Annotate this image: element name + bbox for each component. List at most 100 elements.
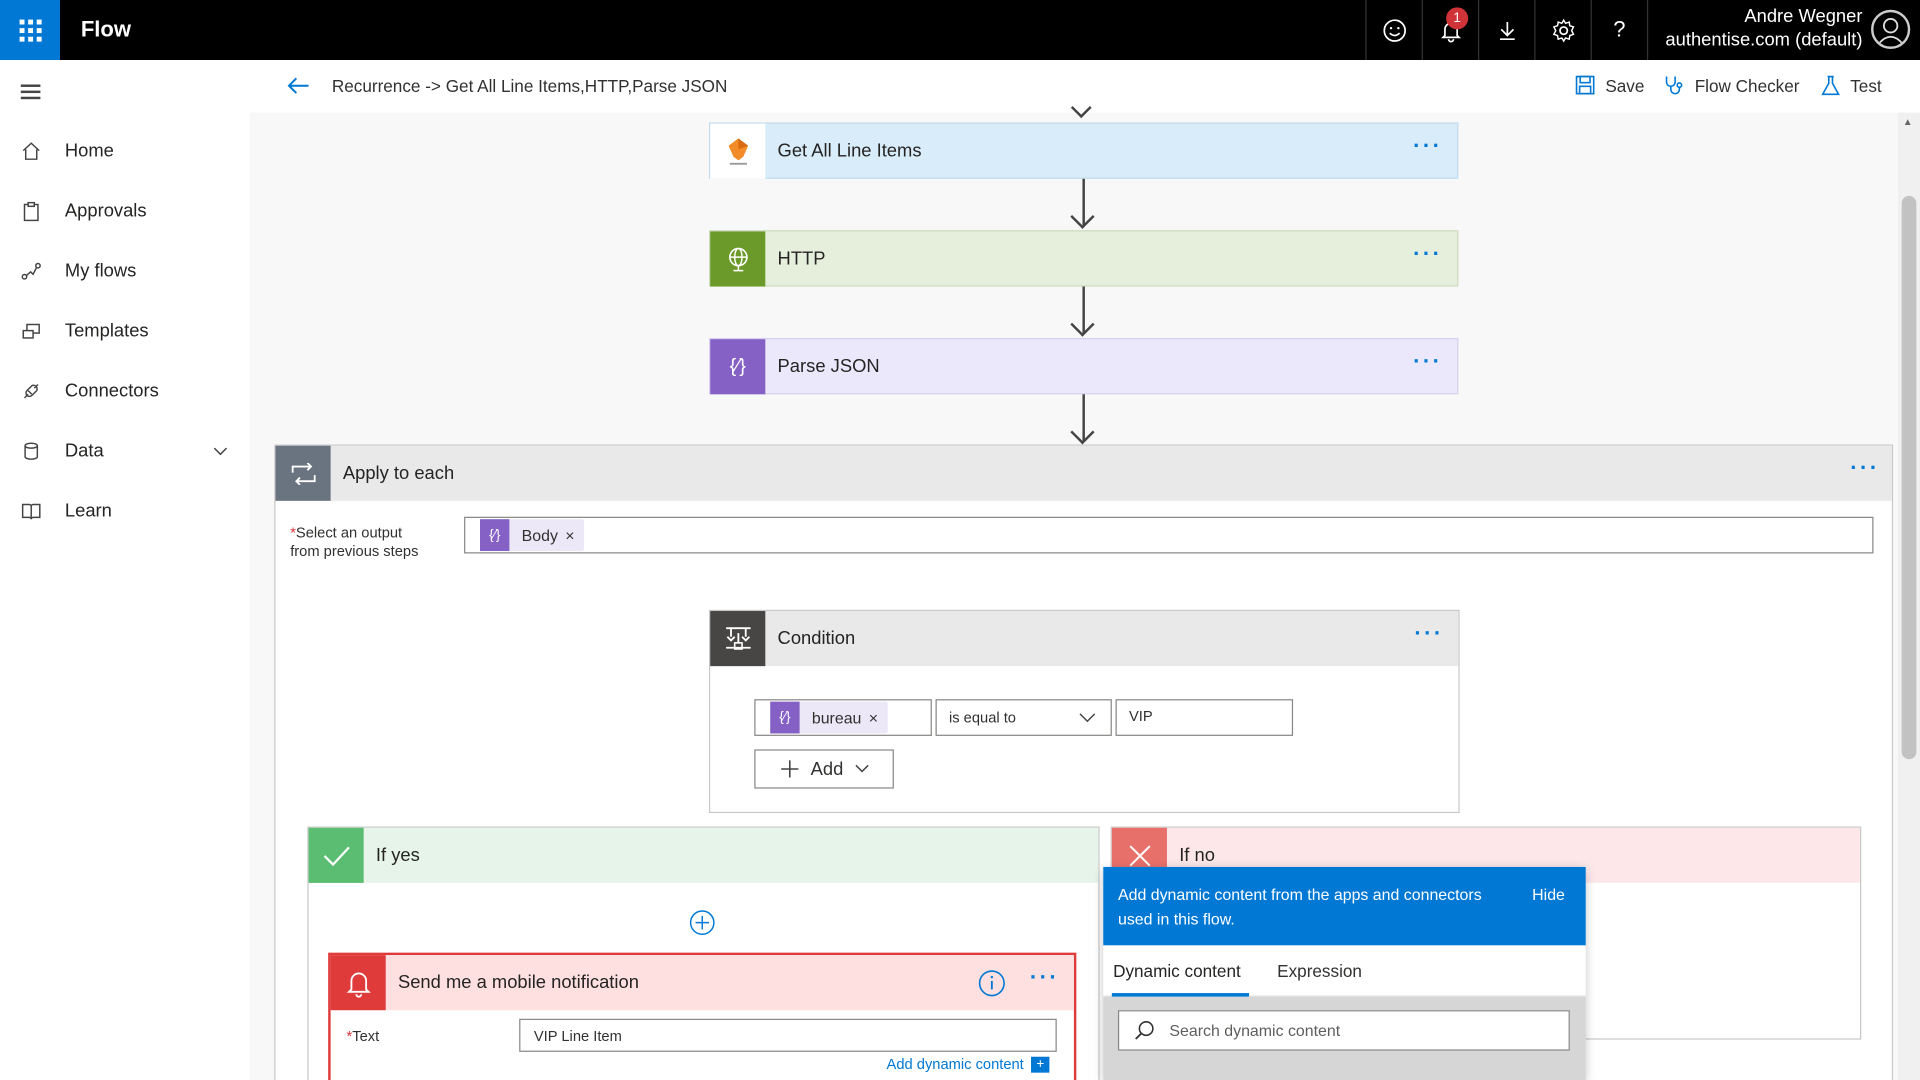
dynamic-info-text: Add dynamic content from the apps and co… <box>1117 885 1482 929</box>
more-options-icon[interactable]: ··· <box>1413 350 1442 372</box>
condition-left-input[interactable]: {⁄} bureau × <box>754 699 932 736</box>
info-icon[interactable] <box>978 970 1005 1003</box>
help-button[interactable]: ? <box>1590 0 1647 61</box>
app-name[interactable]: Flow <box>81 17 131 43</box>
insert-step-button[interactable] <box>689 910 715 942</box>
notification-header[interactable]: Send me a mobile notification ··· <box>330 955 1074 1011</box>
templates-icon <box>20 320 42 342</box>
bureau-token[interactable]: {⁄} bureau × <box>770 701 888 734</box>
flow-checker-label: Flow Checker <box>1694 75 1800 96</box>
braces-icon: {⁄} <box>480 519 510 552</box>
scrollbar-thumb[interactable] <box>1901 195 1917 760</box>
nav-item-templates[interactable]: Templates <box>0 306 250 355</box>
nav-item-approvals[interactable]: Approvals <box>0 186 250 235</box>
condition-header[interactable]: Condition ··· <box>710 611 1459 667</box>
help-icon: ? <box>1613 17 1626 42</box>
authentise-logo-icon <box>710 123 766 179</box>
flows-icon <box>20 260 42 282</box>
hamburger-menu-icon[interactable] <box>20 84 41 102</box>
checkmark-icon <box>308 827 364 883</box>
chevron-down-icon[interactable] <box>213 441 228 462</box>
loop-icon <box>275 445 331 501</box>
nav-label-learn: Learn <box>64 500 112 522</box>
step-http[interactable]: HTTP ··· <box>708 230 1459 287</box>
settings-button[interactable] <box>1534 0 1590 61</box>
account-menu[interactable]: Andre Wegner authentise.com (default) <box>1646 0 1863 61</box>
scroll-up-icon[interactable]: ▲ <box>1903 116 1913 127</box>
nav-item-home[interactable]: Home <box>0 126 250 175</box>
download-icon <box>1499 21 1515 40</box>
step-title: Get All Line Items <box>777 140 922 162</box>
select-output-input[interactable]: {⁄} Body × <box>464 516 1874 554</box>
nav-item-my-flows[interactable]: My flows <box>0 246 250 295</box>
data-icon <box>20 440 42 462</box>
test-label: Test <box>1850 75 1882 96</box>
nav-item-learn[interactable]: Learn <box>0 486 250 535</box>
branch-title: If no <box>1179 844 1215 866</box>
dynamic-search-input[interactable]: Search dynamic content <box>1117 1010 1570 1051</box>
user-name: Andre Wegner <box>1744 6 1863 27</box>
braces-icon: {⁄} <box>710 339 766 395</box>
dynamic-content-panel: Add dynamic content from the apps and co… <box>1103 866 1586 1080</box>
nav-label-data: Data <box>64 440 104 462</box>
if-yes-header[interactable]: If yes <box>308 827 1099 883</box>
nav-label-templates: Templates <box>64 320 149 342</box>
nav-label-approvals: Approvals <box>64 200 147 222</box>
learn-icon <box>20 500 42 522</box>
add-condition-button[interactable]: Add <box>754 749 894 789</box>
app-launcher-button[interactable] <box>0 0 61 61</box>
notifications-button[interactable]: 1 <box>1421 0 1478 61</box>
remove-token-icon[interactable]: × <box>565 526 584 544</box>
download-button[interactable] <box>1477 0 1534 61</box>
add-dynamic-content-link[interactable]: Add dynamic content + <box>887 1056 1050 1073</box>
more-options-icon[interactable]: ··· <box>1413 242 1442 264</box>
step-title: Apply to each <box>342 462 455 484</box>
more-options-icon[interactable]: ··· <box>1414 622 1443 644</box>
add-dynamic-label: Add dynamic content <box>886 1055 1024 1073</box>
branch-title: If yes <box>375 844 420 866</box>
more-options-icon[interactable]: ··· <box>1413 135 1442 157</box>
feedback-button[interactable] <box>1365 0 1421 61</box>
condition-value: VIP <box>1128 707 1153 725</box>
step-parse-json[interactable]: {⁄} Parse JSON ··· <box>708 337 1459 395</box>
nav-label-home: Home <box>64 140 114 162</box>
nav-item-connectors[interactable]: Connectors <box>0 366 250 415</box>
chevron-down-icon <box>1079 713 1096 723</box>
flow-checker-button[interactable]: Flow Checker <box>1663 75 1800 97</box>
plus-circle-icon <box>689 910 715 936</box>
smiley-icon <box>1382 18 1406 42</box>
condition-value-input[interactable]: VIP <box>1115 699 1294 736</box>
save-label: Save <box>1605 75 1645 95</box>
braces-icon: {⁄} <box>770 701 800 734</box>
text-input[interactable]: VIP Line Item <box>519 1018 1057 1052</box>
stethoscope-icon <box>1665 76 1683 95</box>
waffle-icon <box>18 18 42 42</box>
more-options-icon[interactable]: ··· <box>1850 457 1879 479</box>
step-title: Send me a mobile notification <box>397 972 639 994</box>
connectors-icon <box>20 380 42 402</box>
avatar[interactable] <box>1871 9 1911 49</box>
left-nav: Home Approvals My flows Templates Connec… <box>0 60 250 1080</box>
body-token[interactable]: {⁄} Body × <box>480 519 585 552</box>
save-button[interactable]: Save <box>1575 75 1645 96</box>
add-label: Add <box>810 758 844 780</box>
back-arrow-icon[interactable] <box>287 75 311 103</box>
user-silhouette-icon <box>1877 18 1904 45</box>
nav-item-data[interactable]: Data <box>0 426 250 475</box>
step-get-all-line-items[interactable]: Get All Line Items ··· <box>708 122 1459 179</box>
remove-token-icon[interactable]: × <box>869 708 888 726</box>
step-title: Parse JSON <box>777 356 880 378</box>
top-bar: Flow 1 ? Andre Wegner authentise.com (de… <box>0 0 1920 61</box>
test-button[interactable]: Test <box>1821 75 1882 97</box>
tab-dynamic-content[interactable]: Dynamic content <box>1113 961 1241 981</box>
more-options-icon[interactable]: ··· <box>1030 966 1059 988</box>
search-icon <box>1135 1021 1154 1040</box>
hide-button[interactable]: Hide <box>1532 885 1565 903</box>
tab-expression[interactable]: Expression <box>1277 961 1362 981</box>
nav-label-my-flows: My flows <box>64 260 137 282</box>
select-output-label: *Select an output from previous steps <box>290 524 419 560</box>
operator-select[interactable]: is equal to <box>935 699 1112 736</box>
apply-to-each-header[interactable]: Apply to each ··· <box>275 445 1892 501</box>
notification-badge: 1 <box>1446 7 1469 30</box>
approvals-icon <box>20 200 42 222</box>
